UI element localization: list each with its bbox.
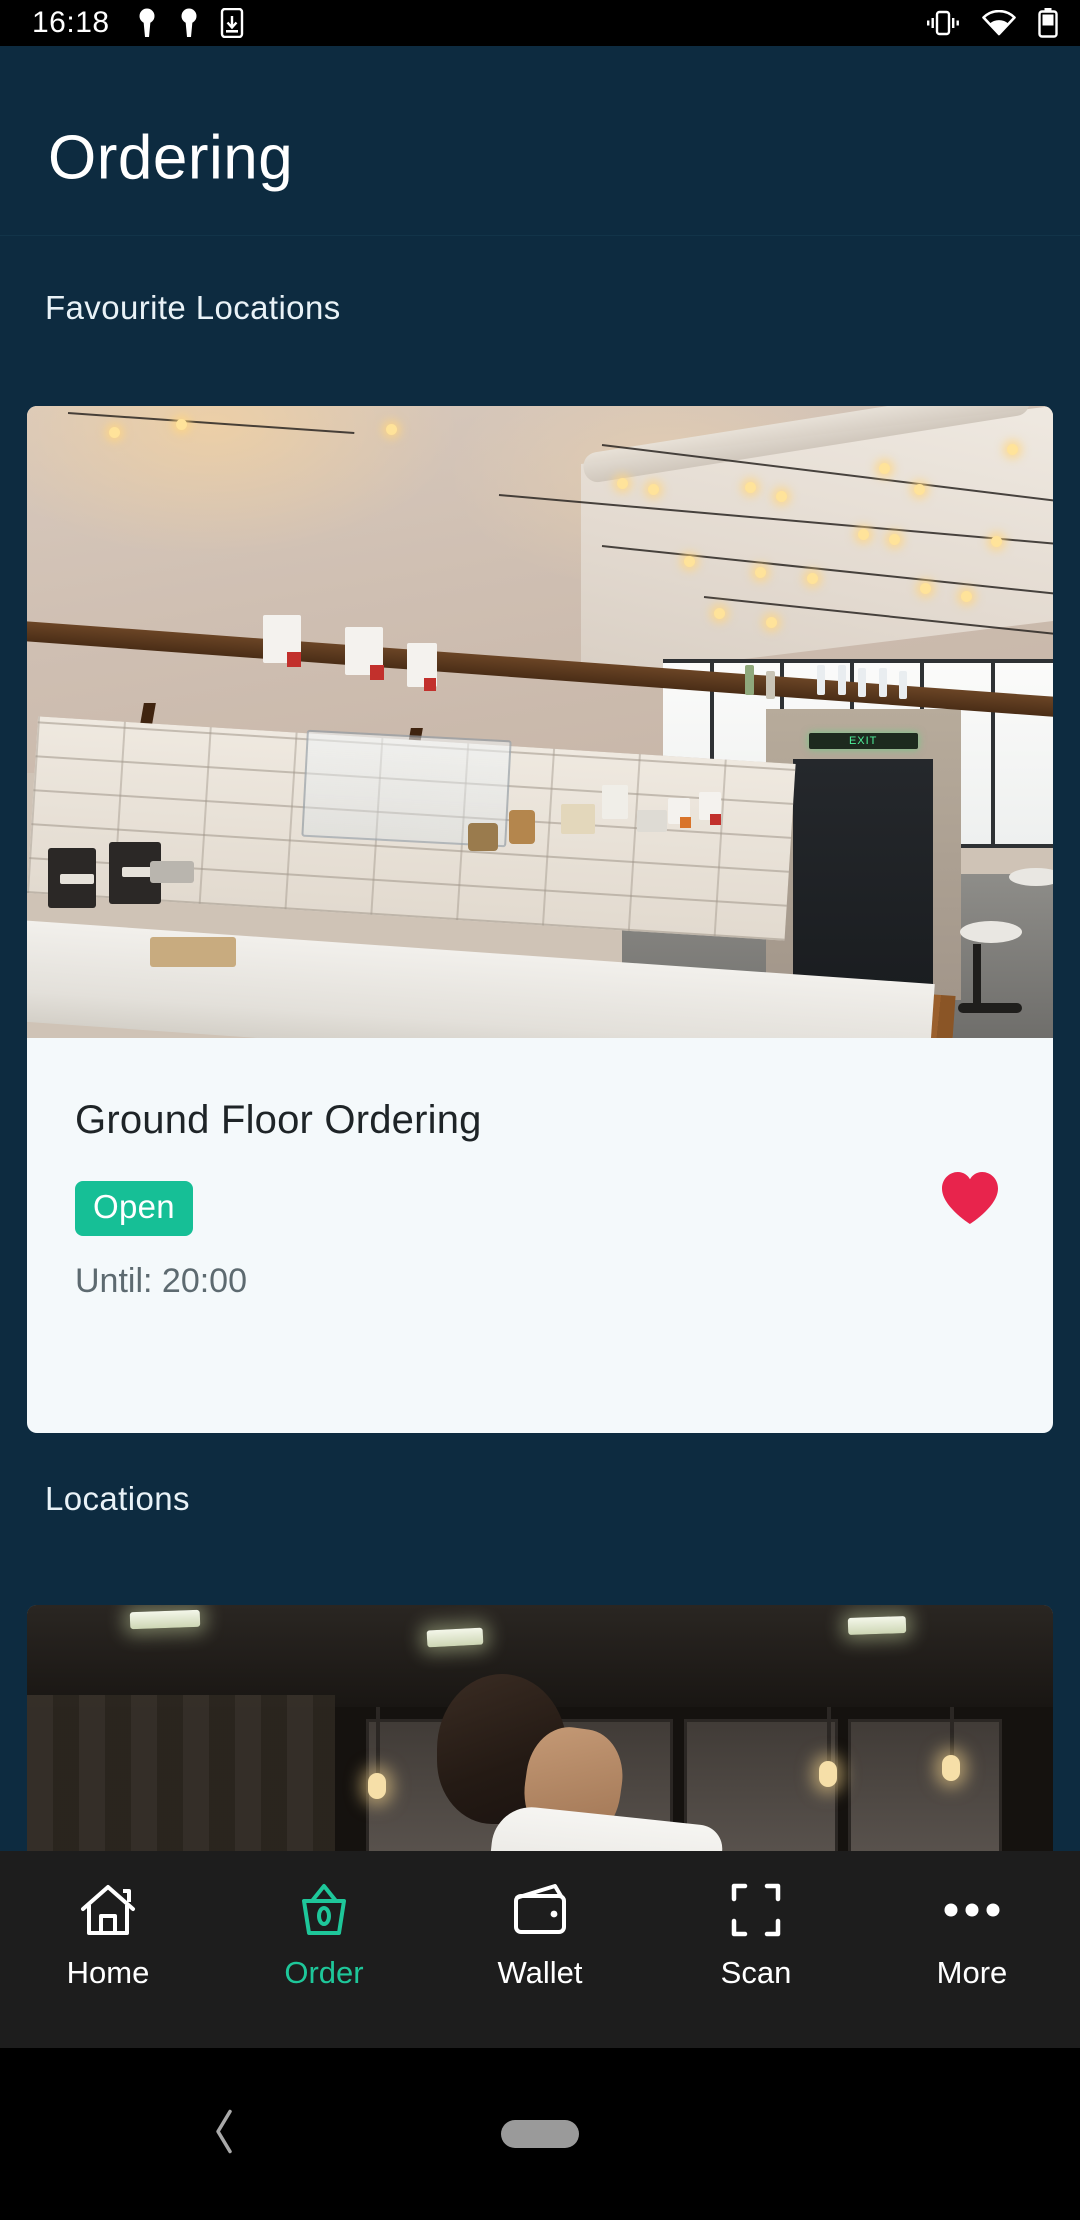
tab-order[interactable]: Order bbox=[216, 1879, 432, 1991]
status-badge: Open bbox=[75, 1181, 193, 1236]
app-download-icon bbox=[220, 8, 243, 38]
bottom-tab-bar: Home Order Wallet Scan More bbox=[0, 1851, 1080, 2048]
location-card-favourite[interactable]: EXIT Ground Floor Ordering Open Until: 2… bbox=[27, 406, 1053, 1433]
wallet-icon bbox=[511, 1879, 569, 1941]
home-icon bbox=[79, 1879, 137, 1941]
wifi-icon bbox=[982, 10, 1016, 36]
status-bar-clock: 16:18 bbox=[32, 6, 110, 39]
exit-sign: EXIT bbox=[808, 732, 918, 749]
key-icon bbox=[139, 8, 155, 37]
tab-label-home: Home bbox=[66, 1955, 150, 1990]
section-header-locations: Locations bbox=[45, 1480, 190, 1517]
tab-scan[interactable]: Scan bbox=[648, 1879, 864, 1991]
favourite-toggle-button[interactable] bbox=[939, 1170, 1001, 1226]
scan-icon bbox=[729, 1879, 783, 1941]
location-card-image: EXIT bbox=[27, 406, 1053, 1038]
status-bar: 16:18 bbox=[0, 0, 1080, 46]
cup-icon bbox=[296, 1879, 352, 1941]
status-bar-system-icons bbox=[926, 8, 1058, 38]
system-back-button[interactable] bbox=[212, 2109, 238, 2160]
location-card-body: Ground Floor Ordering Open Until: 20:00 bbox=[27, 1038, 1053, 1433]
tab-label-more: More bbox=[936, 1955, 1008, 1990]
closing-time-text: Until: 20:00 bbox=[75, 1262, 247, 1300]
chevron-left-icon bbox=[216, 2109, 232, 2154]
battery-icon bbox=[1038, 8, 1058, 38]
section-header-favourite-locations: Favourite Locations bbox=[45, 289, 341, 326]
location-name: Ground Floor Ordering bbox=[75, 1098, 482, 1142]
scroll-content[interactable]: Favourite Locations EXIT Ground Floor Or… bbox=[0, 237, 1080, 1905]
tab-label-order: Order bbox=[284, 1955, 364, 1990]
vibrate-icon bbox=[927, 10, 959, 36]
exit-door: EXIT bbox=[765, 709, 961, 1001]
status-bar-notification-icons bbox=[136, 8, 244, 38]
system-navigation-bar bbox=[0, 2048, 1080, 2220]
heart-filled-icon bbox=[942, 1172, 998, 1224]
page-title: Ordering bbox=[48, 123, 294, 193]
tab-home[interactable]: Home bbox=[0, 1879, 216, 1991]
tab-label-wallet: Wallet bbox=[497, 1955, 583, 1990]
tab-more[interactable]: More bbox=[864, 1879, 1080, 1991]
home-pill-indicator[interactable] bbox=[501, 2120, 579, 2148]
tab-label-scan: Scan bbox=[720, 1955, 792, 1990]
more-dots-icon bbox=[942, 1879, 1002, 1941]
phone-screen: 16:18 Ordering Favourite Locations EXIT … bbox=[0, 0, 1080, 2220]
app-bar: Ordering bbox=[0, 46, 1080, 236]
tab-wallet[interactable]: Wallet bbox=[432, 1879, 648, 1991]
key-icon bbox=[181, 8, 197, 37]
